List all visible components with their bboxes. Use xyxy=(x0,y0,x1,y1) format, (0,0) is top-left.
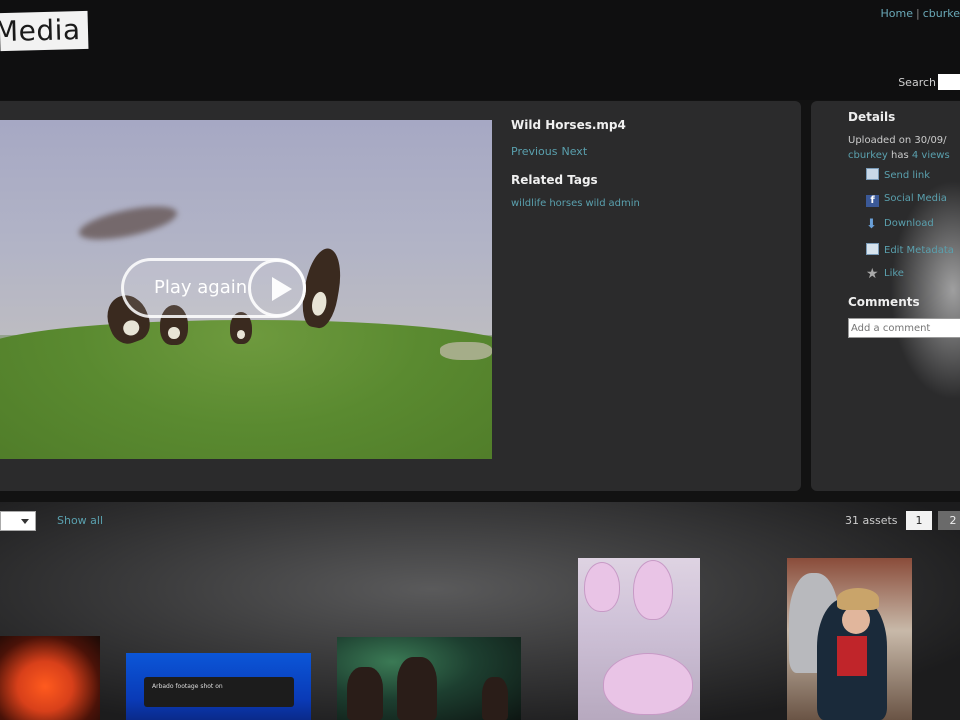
social-media-action[interactable]: f Social Media xyxy=(866,193,947,207)
edit-metadata-action[interactable]: Edit Metadata xyxy=(866,243,954,256)
thumbnail-lava[interactable] xyxy=(0,636,100,720)
send-link-action[interactable]: Send link xyxy=(866,168,930,181)
tag-link[interactable]: horses xyxy=(549,198,582,209)
page-button-1[interactable]: 1 xyxy=(906,511,932,530)
uploader-link[interactable]: cburkey xyxy=(848,150,888,161)
screen-glare xyxy=(890,180,960,400)
band-member xyxy=(482,677,508,720)
download-action[interactable]: ⬇ Download xyxy=(866,218,934,231)
edit-icon xyxy=(866,243,879,255)
jacket-shape xyxy=(837,636,867,676)
band-member xyxy=(397,657,437,720)
thumbnail-people[interactable] xyxy=(787,558,912,720)
next-link[interactable]: Next xyxy=(562,145,588,158)
band-member xyxy=(347,667,383,720)
thumbnail-caption: Arbado footage shot on xyxy=(152,683,223,690)
tag-list: wildlife horses wild admin xyxy=(511,198,643,209)
mail-icon xyxy=(866,168,879,180)
comment-input[interactable] xyxy=(848,318,960,338)
hat-shape xyxy=(837,588,879,610)
page-button-2[interactable]: 2 xyxy=(938,511,960,530)
comments-heading: Comments xyxy=(848,295,920,309)
search-label: Search xyxy=(898,76,936,89)
sort-select[interactable] xyxy=(0,511,36,531)
thumbnail-band[interactable] xyxy=(337,637,521,720)
home-link[interactable]: Home xyxy=(881,7,913,20)
app-logo[interactable]: Media xyxy=(0,10,89,52)
face-shape xyxy=(842,606,870,634)
like-action[interactable]: ★ Like xyxy=(866,266,904,282)
search-input[interactable] xyxy=(938,74,960,90)
views-line: cburkey has 4 views xyxy=(848,150,950,161)
assets-count: 31 assets xyxy=(845,514,898,527)
uploaded-date: Uploaded on 30/09/ xyxy=(848,135,947,146)
camera-shape xyxy=(144,677,294,707)
user-link[interactable]: cburke xyxy=(923,7,960,20)
tag-link[interactable]: wild xyxy=(585,198,605,209)
header-bar xyxy=(0,0,960,100)
social-media-label: Social Media xyxy=(884,193,947,204)
facebook-icon: f xyxy=(866,195,879,207)
star-icon: ★ xyxy=(866,266,879,282)
download-icon: ⬇ xyxy=(866,217,877,232)
show-all-link[interactable]: Show all xyxy=(57,514,103,527)
edit-metadata-label: Edit Metadata xyxy=(884,245,954,256)
flower-petal xyxy=(603,653,693,715)
has-text: has xyxy=(891,150,909,161)
previous-link[interactable]: Previous xyxy=(511,145,558,158)
download-label: Download xyxy=(884,218,934,229)
video-title: Wild Horses.mp4 xyxy=(511,118,626,132)
like-label: Like xyxy=(884,268,904,279)
prev-next-nav: Previous Next xyxy=(511,145,591,158)
thumbnail-camera[interactable]: Arbado footage shot on xyxy=(126,653,311,720)
views-count: 4 views xyxy=(911,150,950,161)
nav-separator: | xyxy=(916,7,920,20)
thumbnail-flowers[interactable] xyxy=(578,558,700,720)
tag-link[interactable]: wildlife xyxy=(511,198,546,209)
top-nav: Home | cburke xyxy=(881,7,960,20)
video-player[interactable]: Play again xyxy=(0,120,492,459)
video-rock xyxy=(440,342,492,360)
details-heading: Details xyxy=(848,110,896,124)
related-tags-heading: Related Tags xyxy=(511,173,598,187)
tag-link[interactable]: admin xyxy=(609,198,640,209)
flower-petal xyxy=(584,562,620,612)
send-link-label: Send link xyxy=(884,170,931,181)
play-icon[interactable] xyxy=(248,259,306,317)
flower-petal xyxy=(633,560,673,620)
